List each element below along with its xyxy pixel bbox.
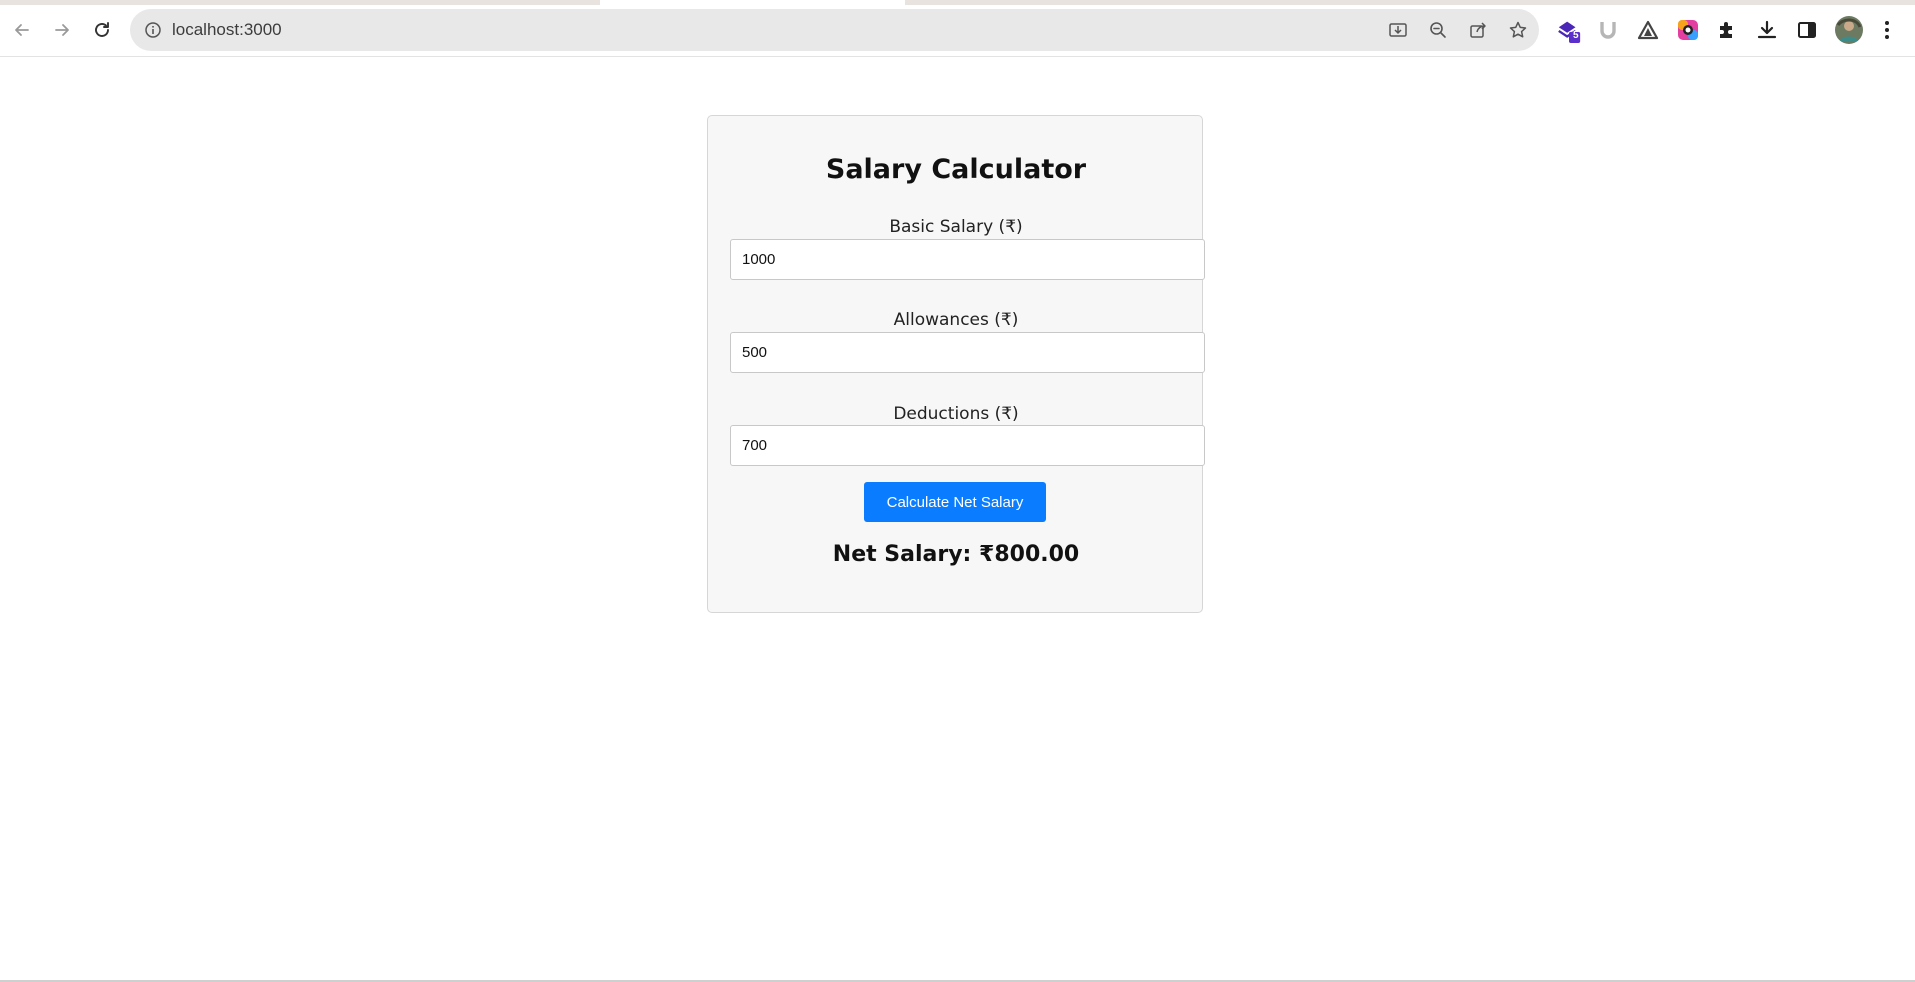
salary-calculator-card: Salary Calculator Basic Salary (₹) Allow… <box>707 115 1205 613</box>
download-icon <box>1757 20 1777 39</box>
tab-strip <box>0 0 1915 5</box>
deductions-input[interactable] <box>730 425 1205 466</box>
extension-triangle-icon <box>1637 20 1659 40</box>
allowances-label: Allowances (₹) <box>893 310 1019 330</box>
extension-triangle-button[interactable] <box>1635 17 1661 43</box>
extension-color-button[interactable] <box>1675 17 1701 43</box>
forward-button[interactable] <box>46 14 78 46</box>
extension-u-button[interactable] <box>1595 17 1621 43</box>
install-app-button[interactable] <box>1387 19 1409 41</box>
forward-arrow-icon <box>55 24 69 36</box>
zoom-out-icon <box>1430 22 1446 38</box>
basic-salary-input[interactable] <box>730 239 1205 280</box>
page-title: Salary Calculator <box>825 154 1087 185</box>
back-button[interactable] <box>6 14 38 46</box>
url-text[interactable]: localhost:3000 <box>172 20 282 40</box>
extension-badge: 5 <box>1573 30 1579 41</box>
profile-avatar <box>1835 16 1863 44</box>
extension-stack-button[interactable]: 5 <box>1556 17 1582 43</box>
browser-toolbar: localhost:3000 5 <box>0 0 1915 57</box>
page-content: Salary Calculator Basic Salary (₹) Allow… <box>0 57 1915 980</box>
bookmark-button[interactable] <box>1507 19 1529 41</box>
bookmark-star-icon <box>1509 21 1527 38</box>
active-tab-edge[interactable] <box>600 0 905 5</box>
zoom-button[interactable] <box>1427 19 1449 41</box>
side-panel-icon <box>1798 22 1816 38</box>
back-arrow-icon <box>15 24 29 36</box>
share-icon <box>1470 22 1486 38</box>
extension-u-icon <box>1600 22 1616 39</box>
extension-color-icon <box>1678 20 1698 40</box>
allowances-input[interactable] <box>730 332 1205 373</box>
side-panel-button[interactable] <box>1794 17 1820 43</box>
downloads-button[interactable] <box>1754 17 1780 43</box>
more-vert-icon <box>1885 21 1889 39</box>
browser-menu-button[interactable] <box>1874 17 1900 43</box>
share-button[interactable] <box>1467 19 1489 41</box>
profile-button[interactable] <box>1834 15 1864 45</box>
net-salary-result: Net Salary: ₹800.00 <box>832 542 1080 567</box>
install-app-icon <box>1389 23 1407 37</box>
deductions-label: Deductions (₹) <box>893 404 1019 424</box>
extensions-menu-button[interactable] <box>1714 17 1740 43</box>
site-info-icon[interactable] <box>144 21 162 39</box>
calculate-net-salary-button[interactable]: Calculate Net Salary <box>864 482 1046 522</box>
reload-button[interactable] <box>86 14 118 46</box>
reload-icon <box>95 22 109 37</box>
puzzle-icon <box>1720 22 1732 38</box>
address-bar[interactable]: localhost:3000 <box>130 9 1539 51</box>
basic-salary-label: Basic Salary (₹) <box>889 217 1023 237</box>
